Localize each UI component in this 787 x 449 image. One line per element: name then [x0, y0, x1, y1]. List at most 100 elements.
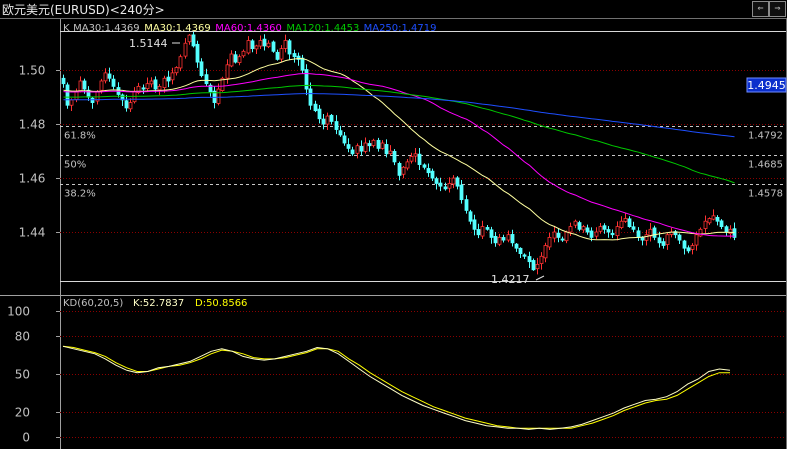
candle-down — [275, 51, 280, 60]
candle-down — [485, 227, 490, 230]
candle-down — [560, 238, 565, 241]
k-value-label: K:52.7837 — [133, 298, 184, 309]
candle-down — [338, 130, 343, 136]
candle-down — [166, 76, 171, 82]
price-grid — [60, 70, 786, 233]
candle-up — [128, 102, 133, 110]
candle-up — [279, 48, 284, 60]
chart-area[interactable]: 1.50 1.48 1.46 1.44 61.8% 1.4792 50% 1.4685 38.… — [0, 0, 787, 449]
candle-down — [531, 260, 536, 271]
candle-down — [464, 199, 469, 211]
ma-legend-item: MA120:1.4453 — [286, 23, 359, 34]
ma-legend-item: MA60:1.4360 — [215, 23, 282, 34]
ma60-line — [63, 72, 735, 237]
candle-up — [178, 56, 183, 69]
candle-up — [246, 40, 251, 54]
candle-up — [216, 88, 221, 104]
current-price-tag: 1.4945 — [746, 77, 787, 93]
candle-up — [258, 40, 263, 47]
candle-down — [657, 237, 662, 244]
ma-legend-item: K — [63, 23, 70, 34]
candle-up — [254, 45, 259, 50]
candle-down — [384, 144, 389, 155]
candle-down — [392, 151, 397, 163]
candle-down — [204, 74, 209, 85]
candle-down — [430, 170, 435, 179]
candle-down — [472, 219, 477, 230]
candle-down — [518, 247, 523, 254]
candle-down — [426, 168, 431, 174]
candle-up — [380, 142, 385, 149]
candle-up — [405, 161, 410, 169]
kd-lines — [62, 345, 731, 430]
kd-legend-name: KD(60,20,5) — [63, 298, 123, 309]
candle-up — [174, 67, 179, 74]
candle-down — [191, 34, 196, 47]
candle-down — [489, 229, 494, 238]
candle-down — [287, 40, 292, 55]
candle-down — [589, 230, 594, 238]
candle-down — [199, 61, 204, 76]
candle-down — [417, 153, 422, 165]
candle-up — [535, 263, 540, 270]
candle-down — [271, 41, 276, 52]
candle-up — [225, 64, 230, 79]
high-price-label: 1.5144 — [129, 37, 168, 50]
candle-up — [283, 40, 288, 49]
candle-down — [652, 227, 657, 238]
ma-legend-item: MA30:1.4369 — [144, 23, 211, 34]
d-value-label: D:50.8566 — [195, 298, 247, 309]
candle-up — [598, 226, 603, 232]
candle-up — [237, 56, 242, 63]
candle-down — [501, 237, 506, 241]
candle-up — [149, 80, 154, 85]
candle-up — [573, 220, 578, 226]
candle-down — [141, 87, 146, 90]
candle-down — [313, 103, 318, 112]
fib-percent-label: 50% — [64, 160, 86, 171]
candle-down — [636, 230, 641, 238]
candle-down — [610, 232, 615, 236]
candle-down — [321, 118, 326, 125]
candle-down — [459, 184, 464, 201]
candle-up — [229, 53, 234, 67]
price-tick-label: 1.48 — [19, 118, 46, 132]
candle-down — [686, 247, 691, 252]
candle-up — [78, 80, 83, 92]
candle-up — [170, 72, 175, 81]
kd-grid — [60, 311, 786, 438]
candle-down — [61, 77, 66, 85]
candle-down — [556, 232, 561, 238]
kd-legend: KD(60,20,5) K:52.7837 D:50.8566 — [63, 298, 247, 309]
candle-up — [451, 177, 456, 185]
kd-tick-label: 0 — [22, 431, 30, 445]
fib-percent-label: 61.8% — [64, 131, 96, 142]
candle-down — [661, 241, 666, 246]
candle-up — [707, 218, 712, 224]
candle-down — [308, 88, 313, 106]
ma-legend-item: MA30:1.4369 — [73, 23, 140, 34]
kd-tick-label: 50 — [15, 368, 30, 382]
candle-down — [346, 144, 351, 149]
candle-down — [577, 222, 582, 230]
candle-down — [677, 234, 682, 241]
candle-up — [103, 72, 108, 82]
candle-down — [493, 235, 498, 244]
candle-down — [682, 240, 687, 249]
candle-down — [334, 121, 339, 130]
fib-price-label: 1.4792 — [748, 131, 783, 142]
candle-up — [497, 237, 502, 245]
candle-up — [568, 226, 573, 233]
candle-up — [619, 220, 624, 228]
candle-down — [438, 182, 443, 187]
price-legend: K MA30:1.4369 MA30:1.4369 MA60:1.4360 MA120:… — [63, 23, 437, 34]
candle-up — [69, 99, 74, 106]
candle-up — [543, 245, 548, 259]
price-tick-label: 1.46 — [19, 172, 46, 186]
candle-up — [325, 115, 330, 125]
candle-down — [262, 38, 267, 47]
candle-up — [162, 77, 167, 88]
candle-up — [623, 218, 628, 222]
candle-down — [376, 139, 381, 149]
k-line — [62, 345, 731, 430]
